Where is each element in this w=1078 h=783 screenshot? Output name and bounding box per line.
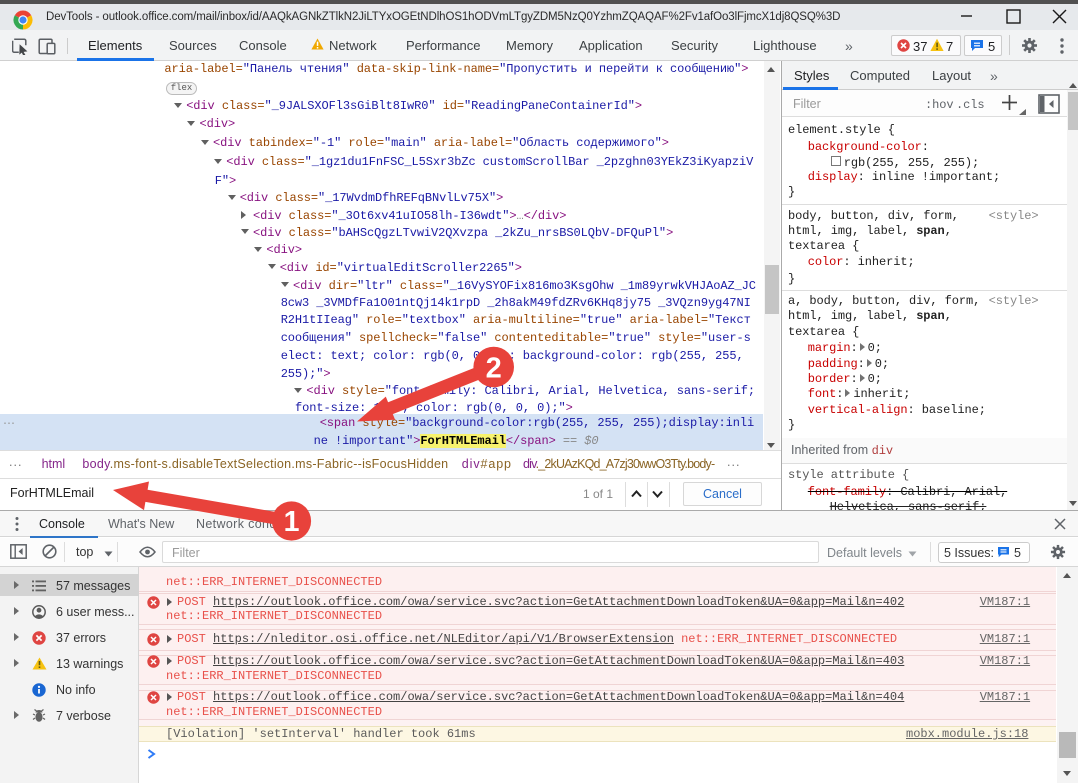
svg-text:2: 2: [486, 353, 502, 385]
svg-text:1: 1: [284, 506, 300, 538]
